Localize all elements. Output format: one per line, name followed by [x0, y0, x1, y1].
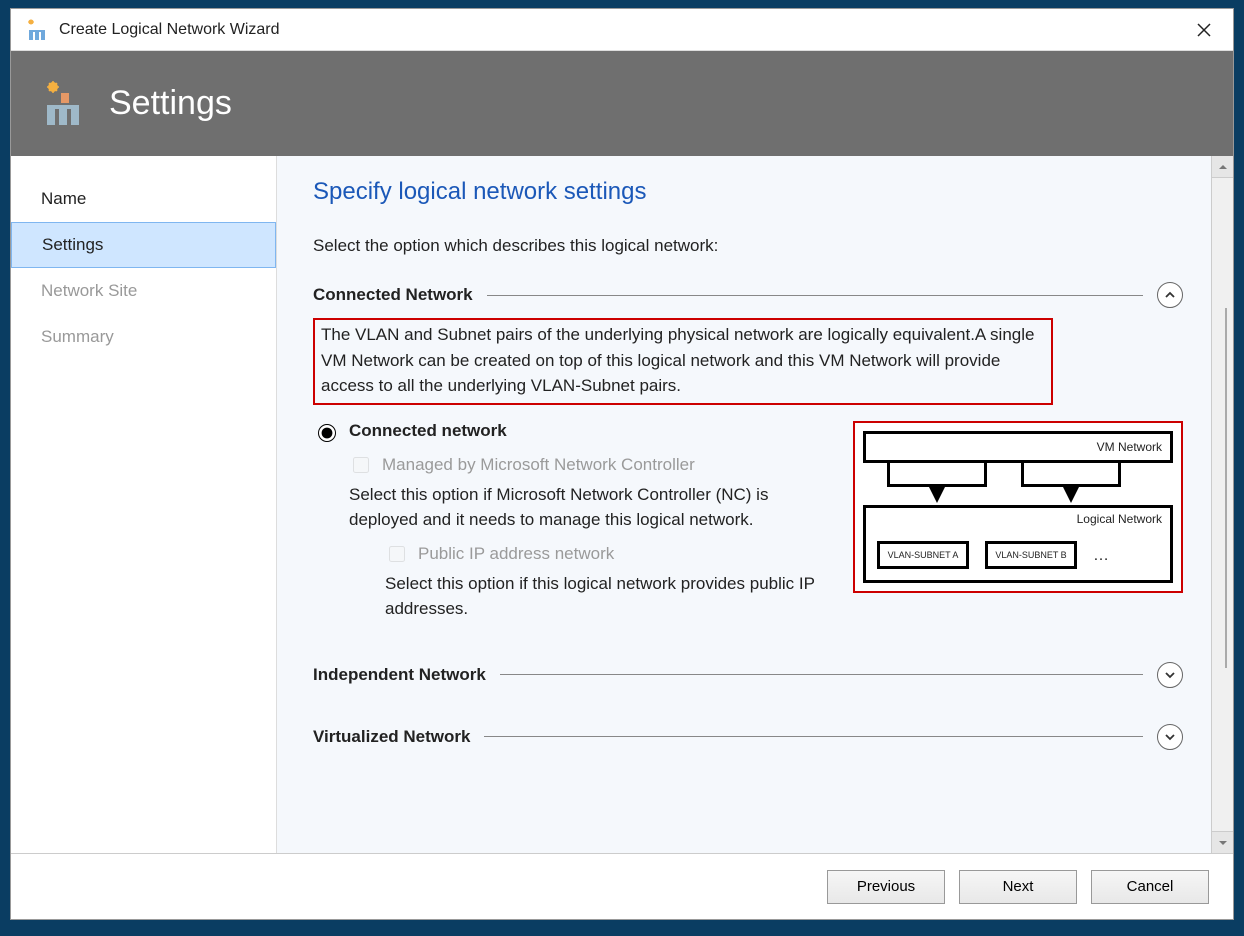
cancel-button[interactable]: Cancel [1091, 870, 1209, 904]
checkbox-managed-nc[interactable]: Managed by Microsoft Network Controller [349, 454, 833, 476]
connected-option-block: Connected network Managed by Microsoft N… [313, 421, 1183, 632]
sidebar: Name Settings Network Site Summary [11, 156, 276, 853]
content-wrap: Specify logical network settings Select … [276, 156, 1233, 853]
instruction-text: Select the option which describes this l… [313, 236, 1183, 256]
sidebar-item-label: Network Site [41, 281, 137, 301]
public-ip-desc: Select this option if this logical netwo… [385, 571, 833, 622]
checkbox-public-ip[interactable]: Public IP address network [385, 543, 833, 565]
sidebar-item-label: Summary [41, 327, 114, 347]
connected-description-box: The VLAN and Subnet pairs of the underly… [313, 318, 1053, 405]
section-header-virtualized: Virtualized Network [313, 724, 1183, 750]
scroll-up-button[interactable] [1212, 156, 1233, 178]
sidebar-item-summary[interactable]: Summary [11, 314, 276, 360]
wizard-banner: Settings [11, 51, 1233, 156]
scrollbar[interactable] [1211, 156, 1233, 853]
app-icon [25, 18, 49, 42]
wizard-body: Name Settings Network Site Summary Speci… [11, 156, 1233, 853]
checkbox-label: Public IP address network [418, 544, 614, 564]
expand-button-independent[interactable] [1157, 662, 1183, 688]
diagram-subnet-b: VLAN-SUBNET B [985, 541, 1077, 569]
sidebar-item-settings[interactable]: Settings [11, 222, 276, 268]
radio-label: Connected network [349, 421, 507, 441]
radio-connected-input[interactable] [318, 424, 336, 442]
banner-icon [41, 79, 91, 129]
section-title: Connected Network [313, 285, 473, 305]
connected-option-left: Connected network Managed by Microsoft N… [313, 421, 833, 632]
content: Specify logical network settings Select … [277, 156, 1211, 853]
collapse-button-connected[interactable] [1157, 282, 1183, 308]
footer: Previous Next Cancel [11, 853, 1233, 919]
connected-diagram: VM Network Logical Network VLAN-SUBNET A… [853, 421, 1183, 593]
scroll-down-button[interactable] [1212, 831, 1233, 853]
diagram-connector [887, 463, 987, 487]
window-title: Create Logical Network Wizard [59, 21, 280, 39]
connected-description: The VLAN and Subnet pairs of the underly… [321, 325, 1034, 395]
diagram-ellipsis: … [1093, 547, 1113, 565]
checkbox-public-ip-input[interactable] [389, 546, 405, 562]
sidebar-item-name[interactable]: Name [11, 176, 276, 222]
diagram-subnet-a: VLAN-SUBNET A [877, 541, 969, 569]
divider [487, 295, 1143, 296]
section-header-connected: Connected Network [313, 282, 1183, 308]
checkbox-managed-nc-input[interactable] [353, 457, 369, 473]
scroll-thumb[interactable] [1225, 308, 1227, 668]
section-title: Virtualized Network [313, 727, 470, 747]
expand-button-virtualized[interactable] [1157, 724, 1183, 750]
page-heading: Specify logical network settings [313, 178, 1183, 206]
diagram-vm-network: VM Network [863, 431, 1173, 463]
sidebar-item-label: Name [41, 189, 86, 209]
sidebar-item-label: Settings [42, 235, 103, 255]
titlebar: Create Logical Network Wizard [11, 9, 1233, 51]
checkbox-label: Managed by Microsoft Network Controller [382, 455, 695, 475]
managed-nc-desc: Select this option if Microsoft Network … [349, 482, 833, 533]
radio-connected-network[interactable]: Connected network [313, 421, 833, 442]
divider [500, 674, 1143, 675]
sidebar-item-network-site[interactable]: Network Site [11, 268, 276, 314]
wizard-window: Create Logical Network Wizard Settings N… [10, 8, 1234, 920]
next-button[interactable]: Next [959, 870, 1077, 904]
diagram-connector [1021, 463, 1121, 487]
close-button[interactable] [1183, 14, 1225, 46]
previous-button[interactable]: Previous [827, 870, 945, 904]
divider [484, 736, 1143, 737]
section-header-independent: Independent Network [313, 662, 1183, 688]
section-title: Independent Network [313, 665, 486, 685]
banner-title: Settings [109, 84, 232, 123]
